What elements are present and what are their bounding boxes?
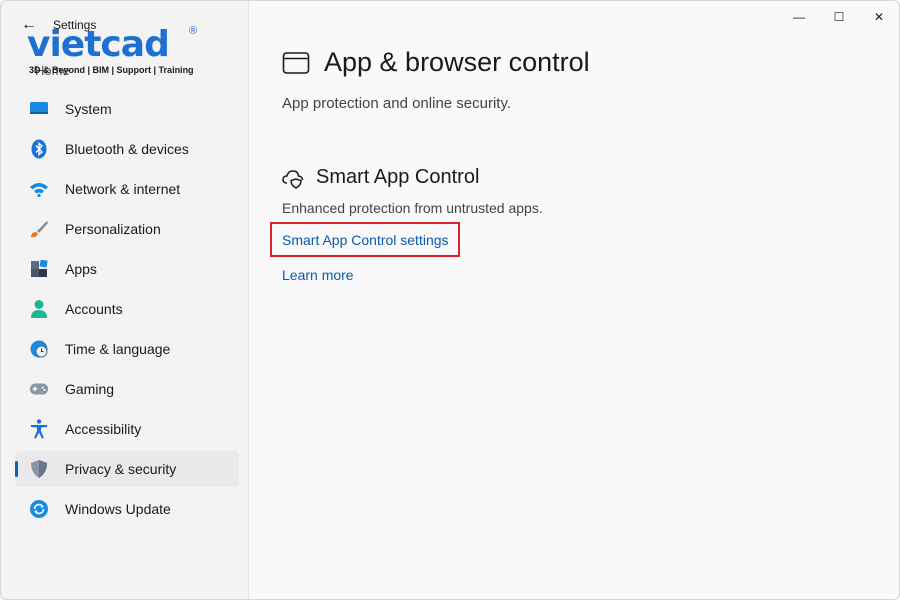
sidebar-item-bluetooth[interactable]: Bluetooth & devices <box>15 131 239 167</box>
wifi-icon <box>29 179 49 199</box>
sidebar-item-accessibility[interactable]: Accessibility <box>15 411 239 447</box>
close-icon: ✕ <box>873 10 885 24</box>
settings-window: ← Settings Home vietcad ® 3D & Beyond | … <box>0 0 900 600</box>
cloud-shield-icon <box>282 167 304 189</box>
sidebar-item-network[interactable]: Network & internet <box>15 171 239 207</box>
main-content: — ☐ ✕ App & browser control App protecti… <box>250 1 899 599</box>
sidebar-item-label: Gaming <box>65 381 115 397</box>
sidebar-item-accounts[interactable]: Accounts <box>15 291 239 327</box>
sidebar-item-personalization[interactable]: Personalization <box>15 211 239 247</box>
sidebar-item-privacy-security[interactable]: Privacy & security <box>15 451 239 487</box>
logo-registered-mark: ® <box>189 25 198 37</box>
sidebar-item-windows-update[interactable]: Windows Update <box>15 491 239 527</box>
logo-text: vietcad <box>27 24 170 65</box>
brush-icon <box>29 219 49 239</box>
maximize-button[interactable]: ☐ <box>819 1 859 33</box>
page-subtitle: App protection and online security. <box>282 95 512 112</box>
browser-window-icon <box>282 49 310 77</box>
sidebar: ← Settings Home vietcad ® 3D & Beyond | … <box>1 1 249 599</box>
shield-icon <box>29 459 49 479</box>
page-title: App & browser control <box>324 47 590 77</box>
apps-icon <box>29 259 49 279</box>
sidebar-item-label: Bluetooth & devices <box>65 141 189 157</box>
vietcad-logo: vietcad ® 3D & Beyond | BIM | Support | … <box>27 24 197 75</box>
sidebar-item-apps[interactable]: Apps <box>15 251 239 287</box>
sidebar-item-label: Time & language <box>65 341 171 357</box>
section-title: Smart App Control <box>316 166 480 188</box>
sidebar-item-label: Privacy & security <box>65 461 177 477</box>
sidebar-item-label: Accessibility <box>65 421 142 437</box>
sidebar-item-label: Accounts <box>65 301 123 317</box>
logo-tagline: 3D & Beyond | BIM | Support | Training <box>29 65 194 75</box>
close-button[interactable]: ✕ <box>859 1 899 33</box>
update-icon <box>29 499 49 519</box>
sidebar-item-label: Personalization <box>65 221 161 237</box>
active-indicator <box>15 461 18 477</box>
window-controls: — ☐ ✕ <box>779 1 899 33</box>
sidebar-nav: System Bluetooth & devices Network & int… <box>15 91 239 531</box>
minimize-button[interactable]: — <box>779 1 819 33</box>
sidebar-item-label: Network & internet <box>65 181 181 197</box>
minimize-icon: — <box>793 10 805 24</box>
learn-more-link[interactable]: Learn more <box>282 267 354 283</box>
accessibility-icon <box>29 419 49 439</box>
sidebar-item-label: Apps <box>65 261 97 277</box>
maximize-icon: ☐ <box>833 10 845 24</box>
smart-app-control-settings-link[interactable]: Smart App Control settings <box>282 232 449 248</box>
person-icon <box>29 299 49 319</box>
gamepad-icon <box>29 379 49 399</box>
sidebar-item-gaming[interactable]: Gaming <box>15 371 239 407</box>
sidebar-item-label: Windows Update <box>65 501 171 517</box>
section-description: Enhanced protection from untrusted apps. <box>282 200 543 216</box>
sidebar-item-system[interactable]: System <box>15 91 239 127</box>
smart-app-control-header: Smart App Control <box>282 166 479 189</box>
bluetooth-icon <box>29 139 49 159</box>
monitor-icon <box>29 99 49 119</box>
globe-clock-icon <box>29 339 49 359</box>
page-header: App & browser control <box>282 47 590 78</box>
sidebar-item-label: System <box>65 101 112 117</box>
sidebar-item-time-language[interactable]: Time & language <box>15 331 239 367</box>
